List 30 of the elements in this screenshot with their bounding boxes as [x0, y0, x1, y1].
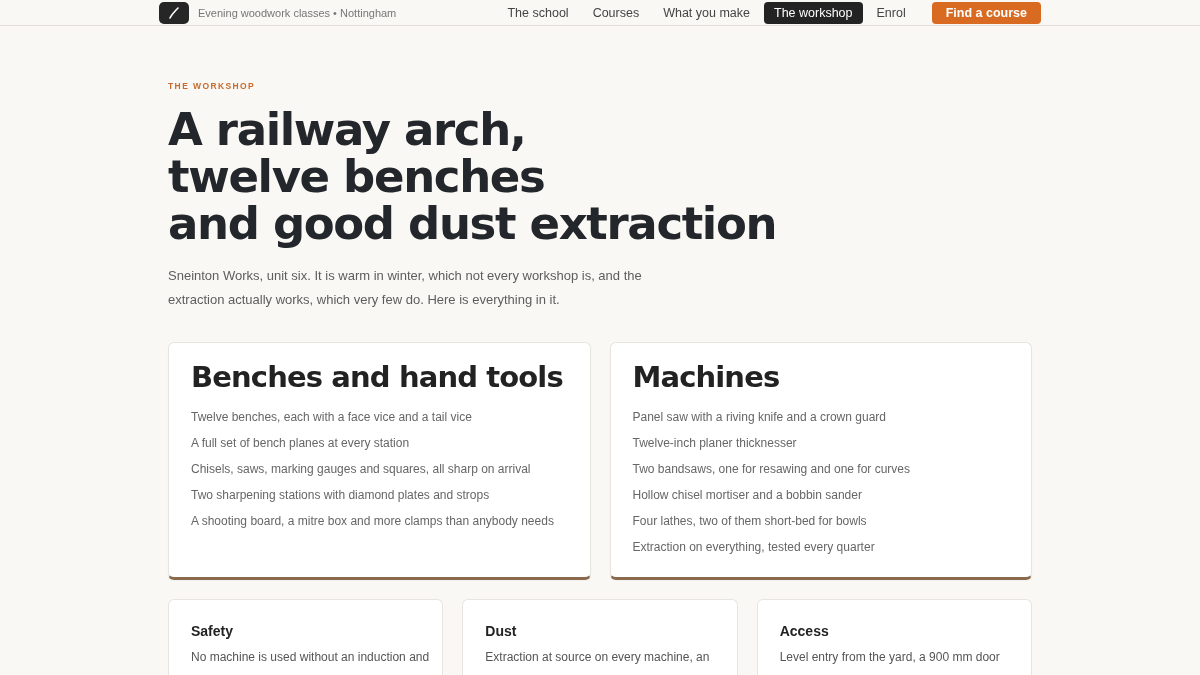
card-title: Machines: [632, 359, 781, 395]
info-card-title: Access: [779, 622, 830, 640]
equipment-item: Panel saw with a riving knife and a crown guard: [632, 409, 887, 426]
equipment-item: Two sharpening stations with diamond plates and strops: [191, 487, 491, 504]
page-headline: A railway arch, twelve benches and good dust extraction: [168, 106, 777, 247]
section-eyebrow: THE WORKSHOP: [168, 80, 256, 92]
equipment-item: Chisels, saws, marking gauges and squares, all sharp on arrival: [191, 461, 532, 478]
nav-link[interactable]: Enrol: [866, 1, 916, 24]
info-card-text: No machine is used without an induction and: [191, 649, 431, 666]
equipment-item: Extraction on everything, tested every quarter: [632, 539, 876, 556]
equipment-item: Four lathes, two of them short-bed for bowls: [632, 513, 868, 530]
info-card-title: Safety: [191, 622, 235, 640]
equipment-item: Twelve benches, each with a face vice and a tail vice: [191, 409, 473, 426]
info-card-text: Level entry from the yard, a 900 mm door: [779, 649, 1001, 666]
equipment-item: Two bandsaws, one for resawing and one for curves: [632, 461, 911, 478]
intro-paragraph: Sneinton Works, unit six. It is warm in winter, which not every workshop is, and the extraction actually works, which very few do. Here is everything in it.: [168, 267, 643, 309]
equipment-item: A shooting board, a mitre box and more clamps than anybody needs: [191, 513, 555, 530]
site-tagline: Evening woodwork classes • Nottingham: [198, 6, 397, 19]
logo-icon[interactable]: [159, 1, 189, 24]
info-card-text: Extraction at source on every machine, an: [485, 649, 711, 666]
equipment-item: A full set of bench planes at every station: [191, 435, 411, 452]
equipment-item: Hollow chisel mortiser and a bobbin sander: [632, 487, 863, 504]
nav-link[interactable]: Courses: [582, 1, 650, 24]
find-course-button[interactable]: Find a course: [931, 1, 1041, 24]
info-card-title: Dust: [485, 622, 518, 640]
card-title: Benches and hand tools: [191, 359, 564, 395]
nav-link[interactable]: The workshop: [764, 1, 863, 24]
equipment-item: Twelve-inch planer thicknesser: [632, 435, 798, 452]
nav-link[interactable]: The school: [497, 1, 579, 24]
nav-link[interactable]: What you make: [653, 1, 760, 24]
